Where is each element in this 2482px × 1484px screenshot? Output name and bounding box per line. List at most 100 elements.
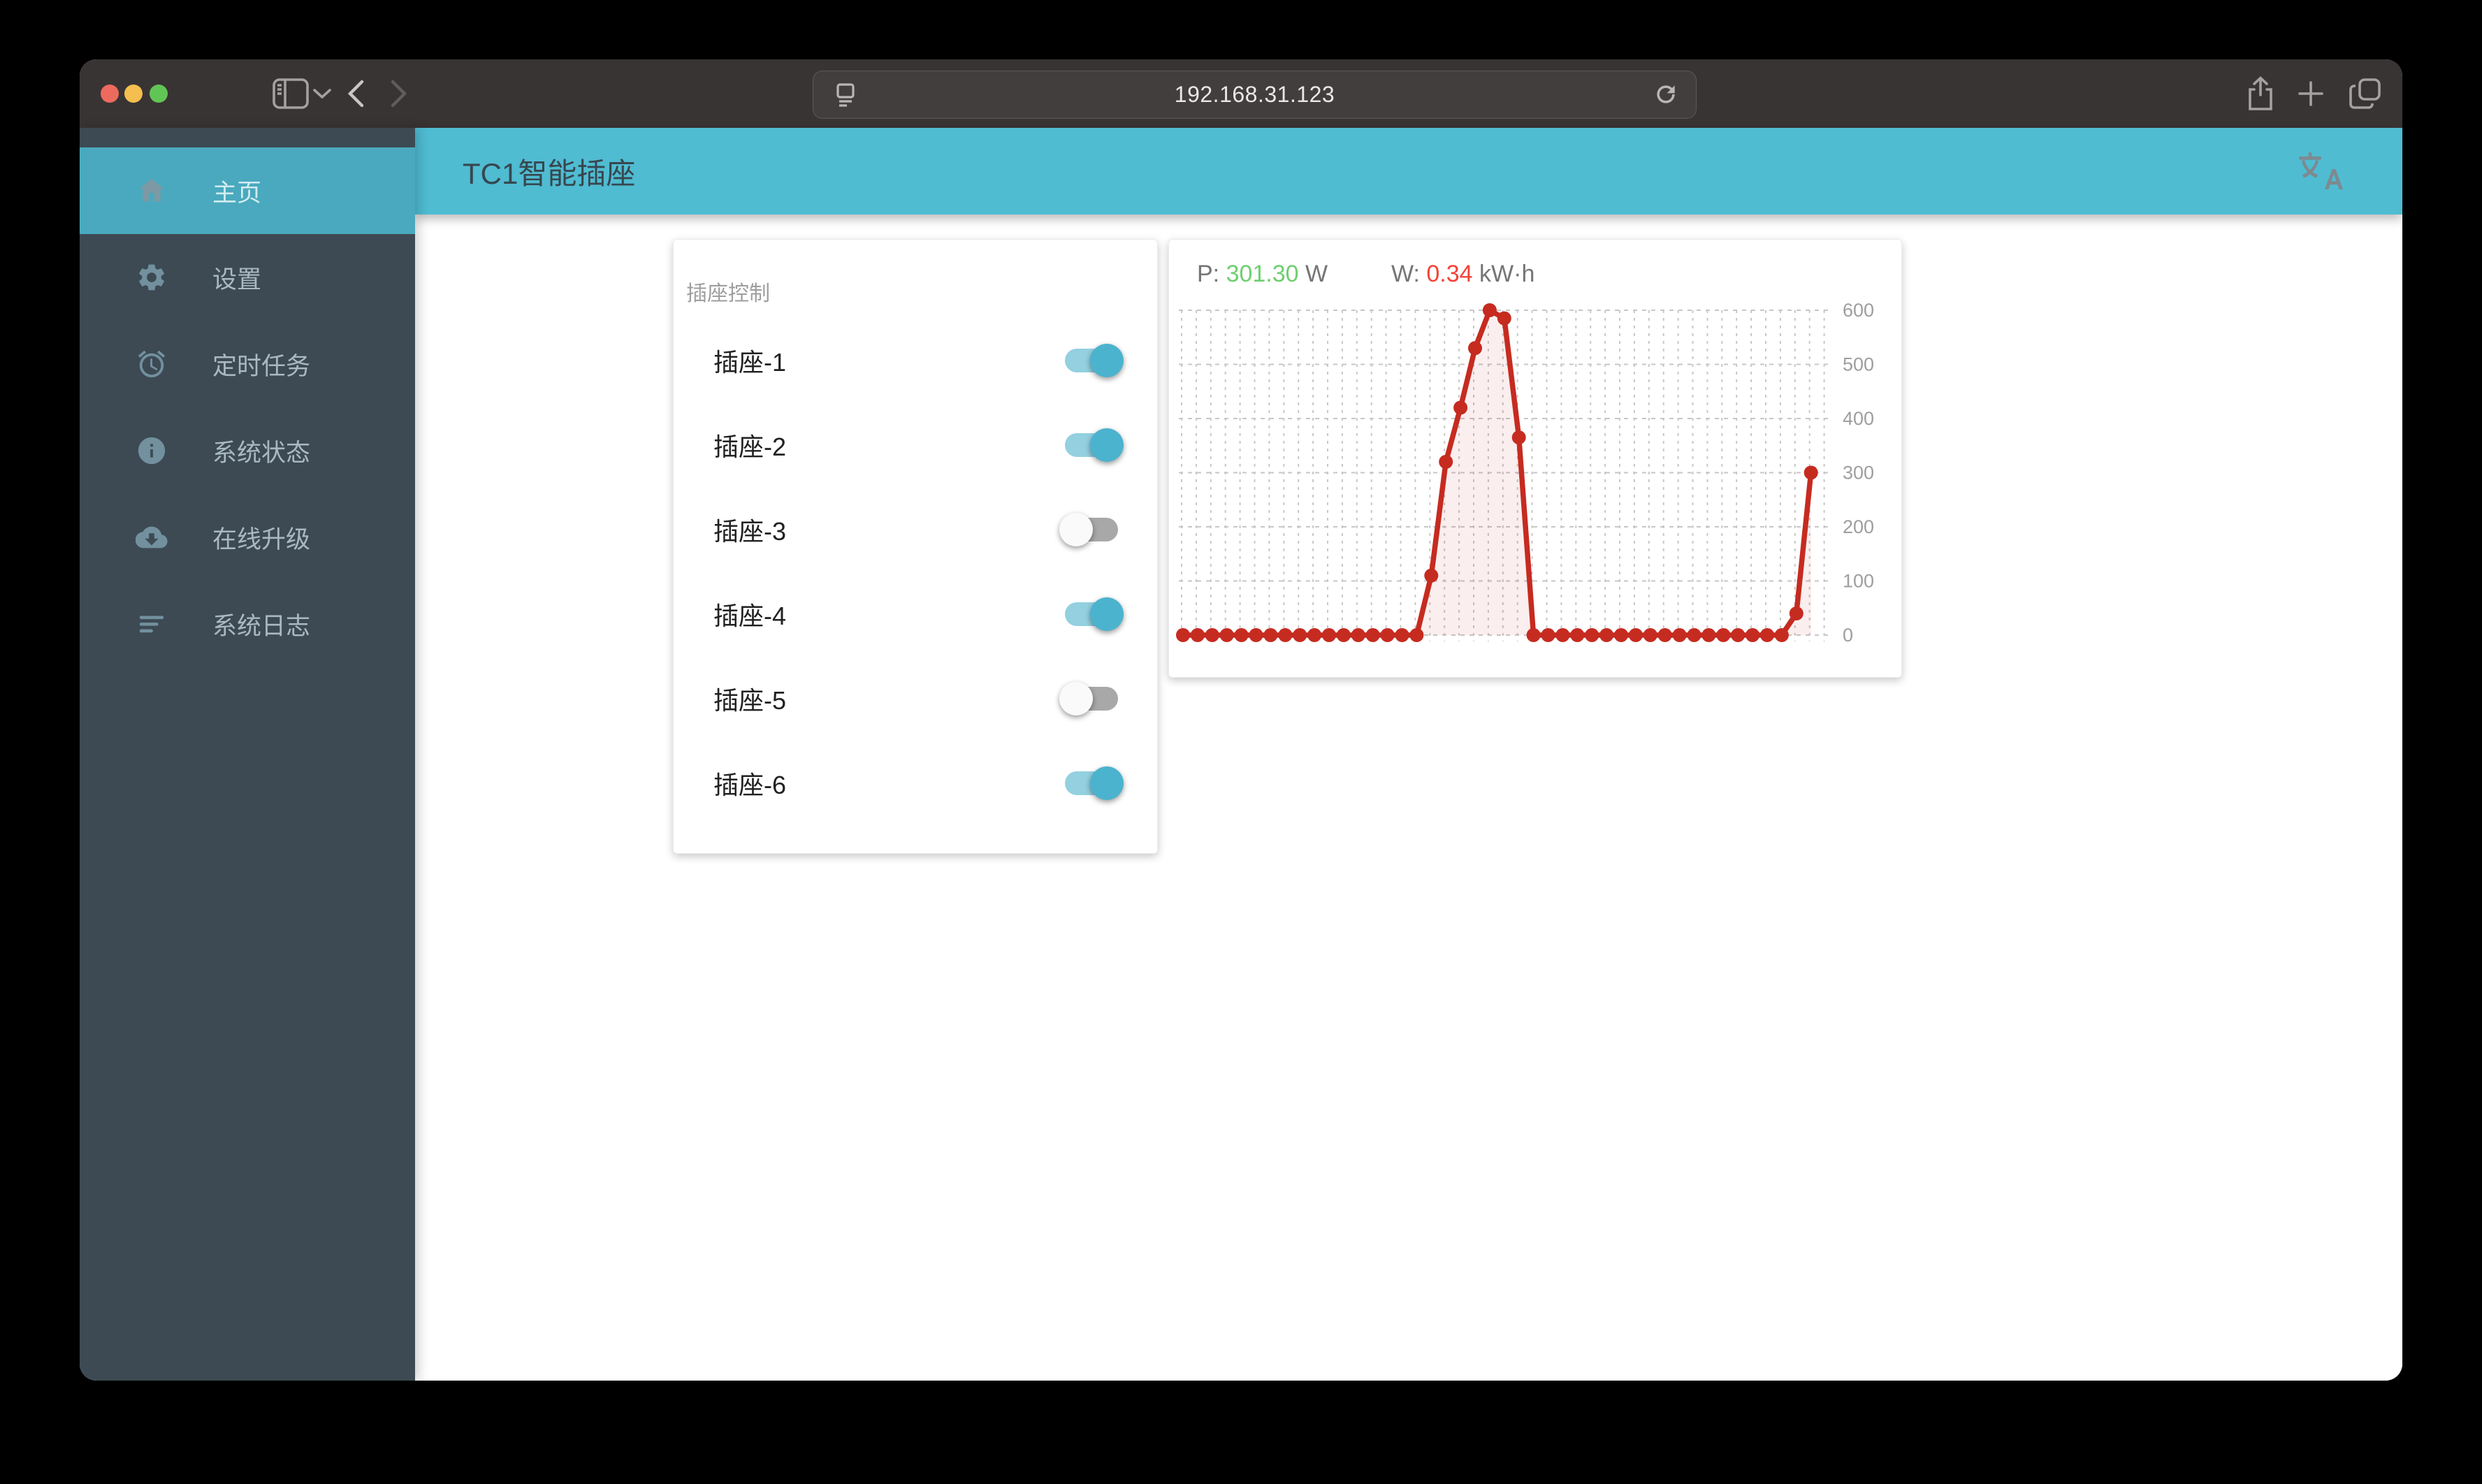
data-point: [1336, 628, 1351, 642]
page-title: TC1智能插座: [463, 157, 636, 190]
data-point: [1599, 628, 1614, 642]
data-point: [1657, 628, 1672, 642]
socket-label: 插座-6: [713, 770, 787, 799]
socket-row: 插座-4: [674, 572, 1157, 656]
toggle-thumb: [1090, 428, 1124, 462]
data-point: [1293, 628, 1307, 642]
socket-label: 插座-2: [713, 432, 787, 461]
data-point: [1190, 628, 1205, 642]
reload-icon[interactable]: [1653, 81, 1679, 108]
data-point: [1731, 628, 1746, 642]
sidebar-item-系统日志[interactable]: 系统日志: [80, 581, 415, 667]
toggle-thumb: [1059, 681, 1093, 715]
socket-row: 插座-2: [674, 402, 1157, 487]
page-icon: [832, 81, 859, 109]
info-icon: [136, 435, 168, 467]
data-point: [1585, 628, 1599, 642]
socket-label: 插座-5: [713, 685, 787, 715]
data-point: [1774, 628, 1789, 642]
socket-toggle-插座-2-on[interactable]: [1061, 428, 1124, 462]
socket-row: 插座-3: [674, 487, 1157, 572]
data-point: [1307, 628, 1322, 642]
data-point: [1701, 628, 1716, 642]
y-axis-tick-label: 600: [1843, 300, 1874, 321]
data-point: [1541, 628, 1555, 642]
back-icon[interactable]: [337, 59, 376, 128]
browser-toolbar: 192.168.31.123: [80, 59, 2402, 128]
minimize-window-button[interactable]: [124, 85, 143, 103]
socket-toggle-插座-3-off[interactable]: [1059, 512, 1122, 546]
data-point: [1439, 455, 1453, 469]
new-tab-icon[interactable]: [2286, 59, 2336, 128]
sidebar-item-设置[interactable]: 设置: [80, 234, 415, 321]
data-point: [1628, 628, 1643, 642]
desktop: 192.168.31.123 主页 设置 定时任务 系统状态 在线升级 系统日志…: [0, 0, 2482, 1484]
socket-label: 插座-3: [713, 516, 787, 546]
socket-toggle-插座-4-on[interactable]: [1061, 597, 1124, 631]
data-point: [1365, 628, 1380, 642]
share-icon[interactable]: [2231, 59, 2290, 128]
sidebar-item-label: 主页: [212, 179, 262, 207]
data-point: [1409, 628, 1424, 642]
socket-toggle-插座-5-off[interactable]: [1059, 681, 1122, 715]
data-point: [1176, 628, 1190, 642]
y-axis-tick-label: 300: [1843, 463, 1874, 483]
data-point: [1219, 628, 1234, 642]
sidebar-item-label: 系统日志: [212, 612, 311, 640]
address-bar[interactable]: 192.168.31.123: [813, 71, 1697, 119]
y-axis-tick-label: 100: [1843, 571, 1874, 592]
data-point: [1687, 628, 1701, 642]
url-text: 192.168.31.123: [1174, 82, 1335, 107]
tab-overview-icon[interactable]: [2337, 59, 2393, 128]
data-point: [1643, 628, 1657, 642]
data-point: [1555, 628, 1570, 642]
cloud-download-icon: [136, 521, 168, 553]
y-axis-tick-label: 400: [1843, 408, 1874, 429]
data-point: [1482, 303, 1497, 317]
data-point: [1716, 628, 1731, 642]
data-point: [1746, 628, 1760, 642]
data-point: [1395, 628, 1409, 642]
socket-label: 插座-1: [713, 347, 787, 377]
toggle-thumb: [1059, 512, 1093, 546]
data-point: [1380, 628, 1395, 642]
translate-icon[interactable]: [2293, 149, 2344, 194]
socket-row: 插座-6: [674, 741, 1157, 825]
gear-icon: [136, 261, 168, 293]
data-point: [1497, 311, 1511, 326]
sidebar-item-主页[interactable]: 主页: [80, 147, 415, 234]
alarm-clock-icon: [136, 348, 168, 380]
data-point: [1278, 628, 1293, 642]
y-axis-tick-label: 500: [1843, 354, 1874, 375]
data-point: [1614, 628, 1628, 642]
toggle-thumb: [1090, 597, 1124, 631]
main-area: TC1智能插座 插座控制 插座-1 插座-2 插座-3 插座-4 插座-5 插座…: [415, 128, 2402, 1381]
socket-row: 插座-1: [674, 318, 1157, 402]
power-line-chart: 600 500 400 300 200 100 0: [1176, 300, 1874, 646]
app-header: TC1智能插座: [415, 128, 2402, 214]
sidebar-item-label: 设置: [212, 265, 262, 293]
chevron-down-icon[interactable]: [305, 59, 340, 128]
socket-label: 插座-4: [713, 601, 787, 630]
sidebar-item-系统状态[interactable]: 系统状态: [80, 407, 415, 494]
browser-window: 192.168.31.123 主页 设置 定时任务 系统状态 在线升级 系统日志…: [80, 59, 2402, 1381]
data-point: [1468, 341, 1482, 356]
forward-icon[interactable]: [379, 59, 418, 128]
power-chart-card: P: 301.30 W W: 0.34 kW·h 600 500 400 300 200…: [1168, 239, 1902, 678]
sidebar-item-在线升级[interactable]: 在线升级: [80, 494, 415, 581]
sidebar-item-定时任务[interactable]: 定时任务: [80, 321, 415, 407]
data-point: [1453, 400, 1468, 415]
data-point: [1205, 628, 1219, 642]
zoom-window-button[interactable]: [150, 85, 168, 103]
data-point: [1351, 628, 1365, 642]
y-axis-tick-label: 0: [1843, 625, 1853, 646]
data-point: [1234, 628, 1249, 642]
sidebar-nav: 主页设置定时任务 系统状态 在线升级系统日志: [80, 128, 415, 1381]
data-point: [1804, 465, 1818, 480]
socket-toggle-插座-6-on[interactable]: [1061, 766, 1124, 800]
socket-toggle-插座-1-on[interactable]: [1061, 343, 1124, 377]
socket-card-title: 插座控制: [686, 282, 770, 305]
close-window-button[interactable]: [101, 85, 119, 103]
data-point: [1424, 568, 1439, 583]
data-point: [1789, 606, 1804, 620]
